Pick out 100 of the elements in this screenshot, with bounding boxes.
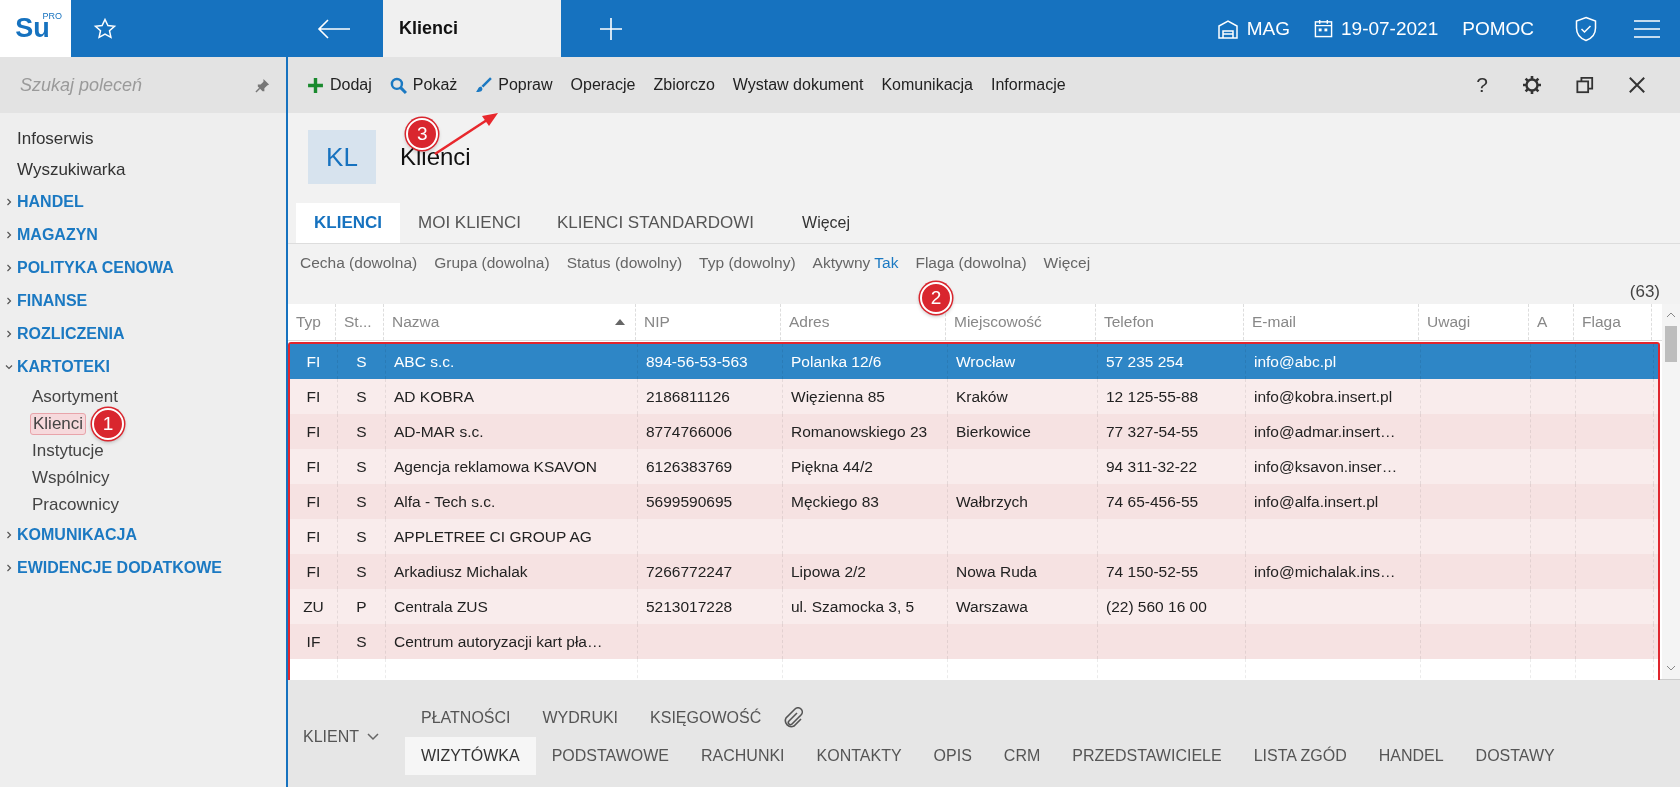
panel-tab[interactable]: PŁATNOŚCI: [405, 698, 527, 737]
search-field[interactable]: Szukaj poleceń: [18, 73, 255, 97]
chevron-icon[interactable]: [5, 296, 13, 305]
tab[interactable]: Więcej: [784, 203, 869, 243]
panel-tab[interactable]: LISTA ZGÓD: [1237, 736, 1363, 775]
star-icon[interactable]: [93, 16, 117, 41]
sidebar-item[interactable]: Wyszukiwarka: [0, 154, 286, 185]
panel-tab[interactable]: PRZEDSTAWICIELE: [1056, 736, 1238, 775]
chevron-icon[interactable]: [5, 362, 13, 371]
filter-item[interactable]: Cecha (dowolna): [300, 254, 418, 272]
restore-window-icon[interactable]: [1576, 76, 1594, 94]
pin-icon[interactable]: [255, 77, 270, 93]
tab[interactable]: MOI KLIENCI: [400, 203, 539, 243]
chevron-icon[interactable]: [5, 197, 13, 206]
column-header[interactable]: Nazwa: [392, 313, 440, 331]
chevron-icon[interactable]: [5, 230, 13, 239]
sidebar-group[interactable]: EWIDENCJE DODATKOWE: [17, 558, 223, 577]
toolbar-button[interactable]: Zbiorczo: [644, 70, 724, 100]
table-row[interactable]: FI S Arkadiusz Michalak 7266772247 Lipowa 2/2 Nowa Ruda 74 150-52-55 info@michalak.ins…: [290, 554, 1658, 589]
warehouse-label[interactable]: MAG: [1246, 17, 1290, 40]
panel-tab[interactable]: PODSTAWOWE: [535, 736, 685, 775]
table-cell: 2186811126: [646, 387, 730, 406]
plus-icon[interactable]: [599, 16, 623, 41]
column-header[interactable]: Miejscowość: [954, 313, 1042, 331]
sidebar-group[interactable]: FINANSE: [17, 291, 88, 310]
table-row[interactable]: FI S AD-MAR s.c. 8774766006 Romanowskiego 23 Bierkowice 77 327-54-55 info@admar.insert…: [290, 414, 1658, 449]
scroll-down-icon[interactable]: [1666, 665, 1676, 671]
help-link[interactable]: POMOC: [1462, 17, 1534, 40]
panel-tab[interactable]: KSIĘGOWOŚĆ: [634, 698, 778, 737]
column-header[interactable]: Typ: [296, 313, 321, 331]
column-header[interactable]: Flaga: [1582, 313, 1621, 331]
shield-icon[interactable]: [1574, 15, 1598, 42]
date-label[interactable]: 19-07-2021: [1341, 17, 1439, 40]
sidebar-subitem[interactable]: Wspólnicy: [30, 467, 112, 488]
section-menu[interactable]: KLIENT: [303, 727, 359, 746]
filter-item[interactable]: Flaga (dowolna): [915, 254, 1027, 272]
sidebar-subitem[interactable]: Pracownicy: [30, 494, 121, 515]
toolbar-button[interactable]: Pokaż: [380, 70, 467, 100]
column-header[interactable]: NIP: [644, 313, 670, 331]
panel-tab[interactable]: DOSTAWY: [1459, 736, 1571, 775]
plus-icon: [307, 76, 324, 94]
sidebar-group[interactable]: KOMUNIKACJA: [17, 525, 137, 544]
table-row[interactable]: FI S AD KOBRA 2186811126 Więzienna 85 Kraków 12 125-55-88 info@kobra.insert.pl: [290, 379, 1658, 414]
panel-tab[interactable]: WYDRUKI: [526, 698, 635, 737]
filter-item[interactable]: Status (dowolny): [566, 254, 683, 272]
column-header[interactable]: Telefon: [1104, 313, 1154, 331]
back-arrow-icon[interactable]: [317, 18, 351, 39]
table-row[interactable]: FI S ABC s.c. 894-56-53-563 Polanka 12/6 Wrocław 57 235 254 info@abc.pl: [290, 344, 1658, 379]
window-tab[interactable]: Klienci: [383, 0, 561, 57]
sidebar-subitem[interactable]: Asortyment: [30, 386, 120, 407]
column-header[interactable]: Adres: [789, 313, 830, 331]
table-row[interactable]: ZU P Centrala ZUS 5213017228 ul. Szamocka 3, 5 Warszawa (22) 560 16 00: [290, 589, 1658, 624]
scrollbar[interactable]: [1662, 304, 1680, 679]
filter-item[interactable]: Więcej: [1043, 254, 1091, 272]
column-header[interactable]: St...: [344, 313, 372, 331]
menu-icon[interactable]: [1634, 18, 1660, 39]
column-header[interactable]: A: [1537, 313, 1548, 331]
panel-tab[interactable]: CRM: [987, 736, 1057, 775]
toolbar-button[interactable]: Komunikacja: [872, 70, 982, 100]
table-row[interactable]: FI S APPLETREE CI GROUP AG: [290, 519, 1658, 554]
filter-item[interactable]: Grupa (dowolna): [434, 254, 550, 272]
filter-item[interactable]: Aktywny Tak: [812, 254, 899, 272]
scrollbar-thumb[interactable]: [1665, 326, 1677, 362]
tab[interactable]: KLIENCI STANDARDOWI: [538, 203, 773, 243]
filter-item[interactable]: Typ (dowolny): [699, 254, 796, 272]
table-row[interactable]: FI S Alfa - Tech s.c. 5699590695 Męckiego 83 Wałbrzych 74 65-456-55 info@alfa.insert.pl: [290, 484, 1658, 519]
sidebar-group[interactable]: ROZLICZENIA: [17, 324, 125, 343]
settings-icon[interactable]: [1522, 75, 1542, 95]
toolbar-button[interactable]: Dodaj: [298, 70, 381, 100]
chevron-icon[interactable]: [5, 530, 13, 539]
tab[interactable]: KLIENCI: [296, 203, 400, 243]
panel-tab[interactable]: HANDEL: [1362, 736, 1460, 775]
sidebar-group[interactable]: KARTOTEKI: [17, 357, 111, 376]
panel-tab[interactable]: KONTAKTY: [800, 736, 918, 775]
help-button[interactable]: ?: [1476, 73, 1488, 97]
sidebar-subitem[interactable]: Instytucje: [30, 440, 106, 461]
column-header[interactable]: Uwagi: [1427, 313, 1471, 331]
paperclip-icon[interactable]: [783, 706, 804, 729]
toolbar-button[interactable]: Operacje: [561, 70, 645, 100]
chevron-icon[interactable]: [5, 563, 13, 572]
sidebar-item[interactable]: Infoserwis: [0, 123, 286, 154]
search-bar[interactable]: Szukaj poleceń: [0, 57, 286, 113]
panel-tab[interactable]: RACHUNKI: [685, 736, 801, 775]
toolbar-button[interactable]: Informacje: [982, 70, 1075, 100]
sidebar-group[interactable]: MAGAZYN: [17, 225, 98, 244]
panel-tab[interactable]: OPIS: [917, 736, 988, 775]
toolbar-button[interactable]: Wystaw dokument: [723, 70, 873, 100]
sidebar-group[interactable]: POLITYKA CENOWA: [17, 258, 174, 277]
scroll-up-icon[interactable]: [1666, 312, 1676, 318]
sidebar-group[interactable]: HANDEL: [17, 192, 84, 211]
caret-icon[interactable]: [367, 732, 379, 741]
close-icon[interactable]: [1628, 76, 1646, 94]
sidebar-subitem[interactable]: Klienci: [30, 412, 87, 435]
toolbar-button[interactable]: Popraw: [466, 70, 562, 100]
chevron-icon[interactable]: [5, 329, 13, 338]
chevron-icon[interactable]: [5, 263, 13, 272]
panel-tab[interactable]: WIZYTÓWKA: [405, 736, 536, 775]
table-row[interactable]: FI S Agencja reklamowa KSAVON 6126383769 Piękna 44/2 94 311-32-22 info@ksavon.inser…: [290, 449, 1658, 484]
table-row[interactable]: IF S Centrum autoryzacji kart pła…: [290, 624, 1658, 659]
column-header[interactable]: E-mail: [1252, 313, 1296, 331]
